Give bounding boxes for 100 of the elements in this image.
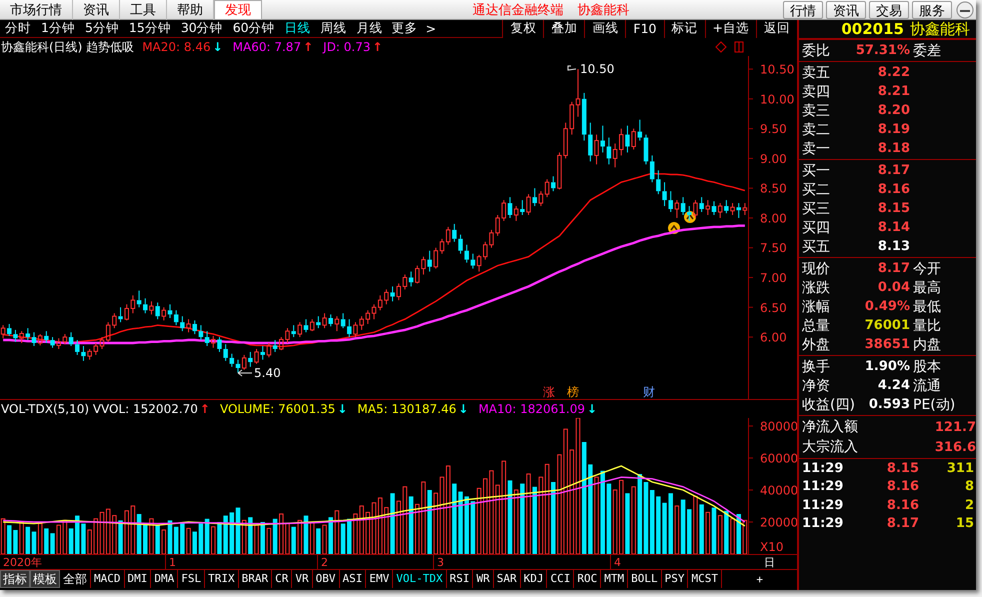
period-tab[interactable]: 分时	[0, 20, 36, 38]
bar	[532, 486, 537, 554]
candlestick	[470, 253, 476, 270]
bar	[712, 508, 716, 554]
bar	[427, 490, 432, 554]
candlestick	[638, 119, 642, 142]
trade-time: 11:29	[801, 479, 844, 494]
bar	[0, 518, 6, 554]
date-axis-label: 1	[165, 555, 317, 569]
candlestick	[452, 223, 457, 242]
quote-label: 买二	[801, 180, 831, 198]
toolbar-button[interactable]: 服务	[912, 0, 952, 18]
candlestick	[458, 234, 463, 254]
bar	[298, 520, 302, 554]
toolbar-button[interactable]: 行情	[783, 0, 823, 18]
quote-value: 0.593	[868, 397, 911, 412]
mode-button[interactable]: 模板	[30, 570, 60, 588]
indicator-value: VOL-TDX(5,10) VVOL: 152002.70	[1, 402, 198, 416]
period-tab[interactable]: 30分钟	[176, 20, 228, 38]
indicator-value: MA20: 8.46	[142, 40, 211, 54]
indicator-value: MA60: 7.87	[232, 40, 302, 54]
indicator-tab[interactable]: MACD	[91, 570, 124, 588]
indicator-tab[interactable]: 全部	[60, 570, 91, 588]
candlestick	[532, 188, 537, 207]
quote-value: 8.17	[876, 261, 911, 276]
trade-price: 8.16	[886, 479, 919, 494]
candlestick	[742, 202, 748, 216]
unit-label: X10	[760, 540, 784, 554]
toolbar-button[interactable]: 交易	[869, 0, 909, 18]
bar	[452, 484, 457, 554]
candlestick	[186, 318, 191, 333]
period-tab[interactable]: 日线	[280, 20, 316, 38]
chart-tool-button[interactable]: 画线	[584, 20, 626, 38]
quote-label: 外盘	[801, 336, 831, 354]
chart-tool-button[interactable]: F10	[625, 20, 664, 38]
quote-value: 38651	[864, 337, 911, 352]
bar	[291, 526, 296, 554]
candlestick	[155, 302, 160, 320]
bar	[254, 524, 259, 554]
bar	[390, 493, 395, 554]
menu-item[interactable]: 发现	[214, 0, 262, 20]
mode-button[interactable]: 指标	[0, 570, 30, 588]
trade-volume: 311	[946, 460, 975, 476]
bar	[706, 512, 710, 554]
candlestick	[118, 306, 123, 323]
menu-item[interactable]: 资讯	[73, 0, 120, 20]
bar	[557, 454, 562, 554]
bar	[32, 532, 36, 554]
chevron-icon[interactable]: >	[422, 21, 440, 36]
bar	[724, 510, 729, 554]
candlestick	[390, 286, 395, 302]
candlestick	[75, 340, 80, 356]
chart-tool-button[interactable]: 复权	[502, 20, 544, 38]
candlestick	[230, 353, 234, 368]
bar	[186, 528, 191, 554]
period-tab[interactable]: 5分钟	[80, 20, 124, 38]
candlestick	[32, 332, 36, 346]
quote-value: 1.90%	[864, 359, 911, 374]
period-tab[interactable]: 60分钟	[228, 20, 280, 38]
candlestick	[50, 336, 55, 348]
candlestick	[204, 330, 210, 346]
chart-tool-button[interactable]: 标记	[664, 20, 705, 38]
toolbar-button[interactable]: 资讯	[826, 0, 866, 18]
period-tab[interactable]: 月线	[352, 20, 388, 38]
quote-label: 涨跌	[801, 278, 831, 296]
indicator-value: JD: 0.73	[323, 40, 371, 54]
quote-label: 量比	[913, 316, 941, 334]
candlestick	[600, 125, 605, 153]
chart-tool-button[interactable]: 返回	[756, 20, 797, 38]
candlestick	[588, 122, 593, 162]
candlestick	[174, 310, 178, 326]
trend-arrow: ↓	[212, 40, 223, 54]
menu-item[interactable]: 市场行情	[0, 0, 73, 20]
more-button[interactable]: 更多	[388, 20, 422, 37]
indicator-value: VOLUME: 76001.35	[220, 402, 336, 416]
menu-item[interactable]: 工具	[120, 0, 167, 20]
quote-value: 8.21	[876, 84, 911, 99]
bar	[322, 524, 327, 554]
candlestick	[520, 200, 525, 216]
candlestick	[656, 170, 661, 195]
indicator-value: MA5: 130187.46	[357, 402, 456, 416]
split-panel-icon	[733, 41, 745, 53]
indicator-tab[interactable]: TRIX	[205, 570, 239, 588]
period-tab[interactable]: 15分钟	[124, 20, 176, 38]
minimize-icon[interactable]	[956, 0, 974, 18]
chart-tool-button[interactable]: 叠加	[543, 20, 584, 38]
bar	[526, 474, 531, 554]
bar	[236, 508, 240, 554]
trade-time: 11:29	[801, 516, 844, 532]
period-tab[interactable]: 周线	[316, 20, 352, 38]
date-axis-label: 3	[433, 555, 610, 569]
bar	[594, 476, 599, 554]
bar	[508, 480, 512, 554]
period-tab[interactable]: 1分钟	[36, 20, 80, 38]
quote-value: 4.24	[876, 378, 911, 393]
bar	[674, 506, 680, 554]
quote-label: 收益(四)	[801, 396, 853, 414]
quote-label: 买一	[801, 162, 831, 180]
chart-tool-button[interactable]: +自选	[704, 20, 756, 38]
indicator-tab[interactable]: ASI	[340, 570, 366, 588]
